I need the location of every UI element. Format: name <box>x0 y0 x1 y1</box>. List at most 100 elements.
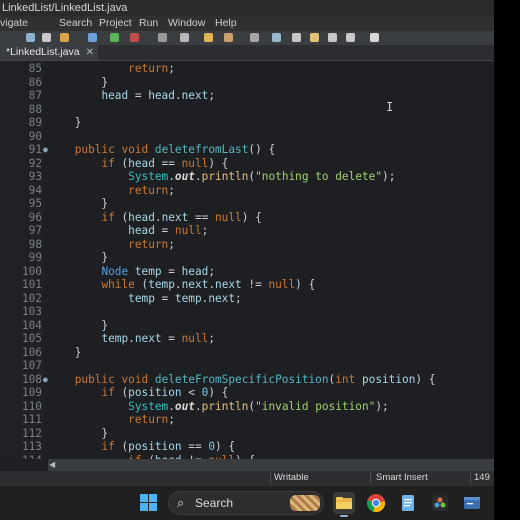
back-icon[interactable] <box>328 33 337 42</box>
external-tools-icon[interactable] <box>158 33 167 42</box>
print-icon[interactable] <box>60 33 69 42</box>
code-line[interactable]: 96 if (head.next == null) { <box>0 211 494 225</box>
code-token: == <box>154 156 182 170</box>
code-line[interactable]: 94 return; <box>0 184 494 198</box>
code-line[interactable]: 85 return; <box>0 62 494 76</box>
line-number: 94 <box>28 183 42 197</box>
save-icon[interactable] <box>42 33 51 42</box>
search-tool-icon[interactable] <box>224 33 233 42</box>
code-line[interactable]: 100 Node temp = head; <box>0 265 494 279</box>
tab-linkedlist[interactable]: *LinkedList.java ✕ <box>0 45 98 60</box>
code-token: ) { <box>295 278 316 291</box>
annotation-icon[interactable] <box>250 33 259 42</box>
code-token: "nothing to delete" <box>255 170 383 183</box>
line-number: 97 <box>28 224 42 237</box>
code-line[interactable]: 108 ● public void deleteFromSpecificPosit… <box>0 373 494 387</box>
forward-icon[interactable] <box>346 33 355 42</box>
code-line[interactable]: 109 if (position < 0) { <box>0 386 494 400</box>
terminal-icon[interactable] <box>461 492 483 514</box>
stop-icon[interactable] <box>130 33 139 42</box>
code-token: next <box>161 210 189 224</box>
chrome-icon[interactable] <box>365 492 387 514</box>
menu-help[interactable]: Help <box>215 16 237 31</box>
code-line[interactable]: 113 if (position == 0) { <box>0 440 494 454</box>
code-token: ( <box>114 386 129 399</box>
run-icon[interactable] <box>110 33 119 42</box>
windows-start-icon[interactable] <box>140 494 158 512</box>
code-token: ; <box>208 332 216 345</box>
code-line[interactable]: 107 <box>0 359 494 373</box>
open-type-icon[interactable] <box>204 33 213 42</box>
code-line[interactable]: 90 <box>0 130 494 144</box>
status-writable: Writable <box>274 472 309 483</box>
menu-project[interactable]: Project <box>99 16 132 31</box>
code-token: void <box>121 143 149 156</box>
code-token: return <box>128 413 169 426</box>
code-line[interactable]: 102 temp = temp.next; <box>0 292 494 306</box>
debug-icon[interactable] <box>88 33 97 42</box>
code-token: ( <box>114 440 129 453</box>
code-token: head <box>181 264 209 278</box>
code-line[interactable]: 89 } <box>0 116 494 130</box>
code-token: } <box>48 75 109 89</box>
code-token: temp <box>134 264 162 278</box>
last-edit-icon[interactable] <box>310 33 319 42</box>
menu-window[interactable]: Window <box>168 16 205 31</box>
previous-annotation-icon[interactable] <box>292 33 301 42</box>
davinci-icon[interactable] <box>429 492 451 514</box>
line-number: 87 <box>28 89 42 102</box>
menu-navigate[interactable]: vigate <box>0 16 28 31</box>
code-line[interactable]: 93 System.out.println("nothing to delete… <box>0 170 494 184</box>
code-line[interactable]: 112 } <box>0 427 494 441</box>
code-text: return; <box>48 184 175 198</box>
menu-bar: vigate Search Project Run Window Help <box>0 16 494 31</box>
code-token: "invalid position" <box>255 399 376 413</box>
new-icon[interactable] <box>26 33 35 42</box>
code-line[interactable]: 111 return; <box>0 413 494 427</box>
code-token: . <box>174 278 182 291</box>
code-line[interactable]: 105 temp.next = null; <box>0 332 494 346</box>
code-line[interactable]: 98 return; <box>0 238 494 252</box>
code-line[interactable]: 103 <box>0 305 494 319</box>
menu-run[interactable]: Run <box>139 16 158 31</box>
horizontal-scrollbar[interactable]: ◀ <box>48 459 494 471</box>
code-line[interactable]: 104 } <box>0 319 494 333</box>
code-text: } <box>48 345 82 360</box>
taskbar-search[interactable]: ⌕ Search <box>168 491 324 515</box>
code-line[interactable]: 92 if (head == null) { <box>0 157 494 171</box>
code-text: System.out.println("nothing to delete"); <box>48 170 395 184</box>
window-title: LinkedList/LinkedList.java <box>0 0 494 16</box>
code-token: System <box>128 170 169 183</box>
new-java-project-icon[interactable] <box>180 33 189 42</box>
file-explorer-icon[interactable] <box>333 492 355 517</box>
code-line[interactable]: 86 } <box>0 76 494 90</box>
menu-search[interactable]: Search <box>59 16 92 31</box>
code-token: position <box>361 372 416 386</box>
next-annotation-icon[interactable] <box>272 33 281 42</box>
code-text: head = null; <box>48 224 208 238</box>
code-token: position <box>128 440 182 453</box>
code-token: } <box>48 345 82 359</box>
code-line[interactable]: 101 while (temp.next.next != null) { <box>0 278 494 292</box>
scroll-left-icon[interactable]: ◀ <box>49 460 55 469</box>
code-line[interactable]: 91 ● public void deletefromLast() { <box>0 143 494 157</box>
code-token: ; <box>201 224 209 237</box>
eclipse-window: LinkedList/LinkedList.java vigate Search… <box>0 0 494 520</box>
code-line[interactable]: 110 System.out.println("invalid position… <box>0 400 494 414</box>
code-line[interactable]: 99 } <box>0 251 494 265</box>
perspective-icon[interactable] <box>370 33 379 42</box>
close-icon[interactable]: ✕ <box>86 45 94 60</box>
code-editor[interactable]: I 85 return; 86 } 87 head = head.next; 88 89… <box>0 61 494 459</box>
code-line[interactable]: 95 } <box>0 197 494 211</box>
code-line[interactable]: 97 head = null; <box>0 224 494 238</box>
notepad-icon[interactable] <box>397 492 419 514</box>
code-line[interactable]: 106 } <box>0 346 494 360</box>
code-text: if (head == null) { <box>48 157 228 171</box>
code-line[interactable]: 87 head = head.next; <box>0 89 494 103</box>
status-bar: Writable Smart Insert 149 : <box>0 471 494 497</box>
code-token: ) { <box>215 440 236 453</box>
code-line[interactable]: 88 <box>0 103 494 117</box>
code-token: while <box>101 278 135 291</box>
